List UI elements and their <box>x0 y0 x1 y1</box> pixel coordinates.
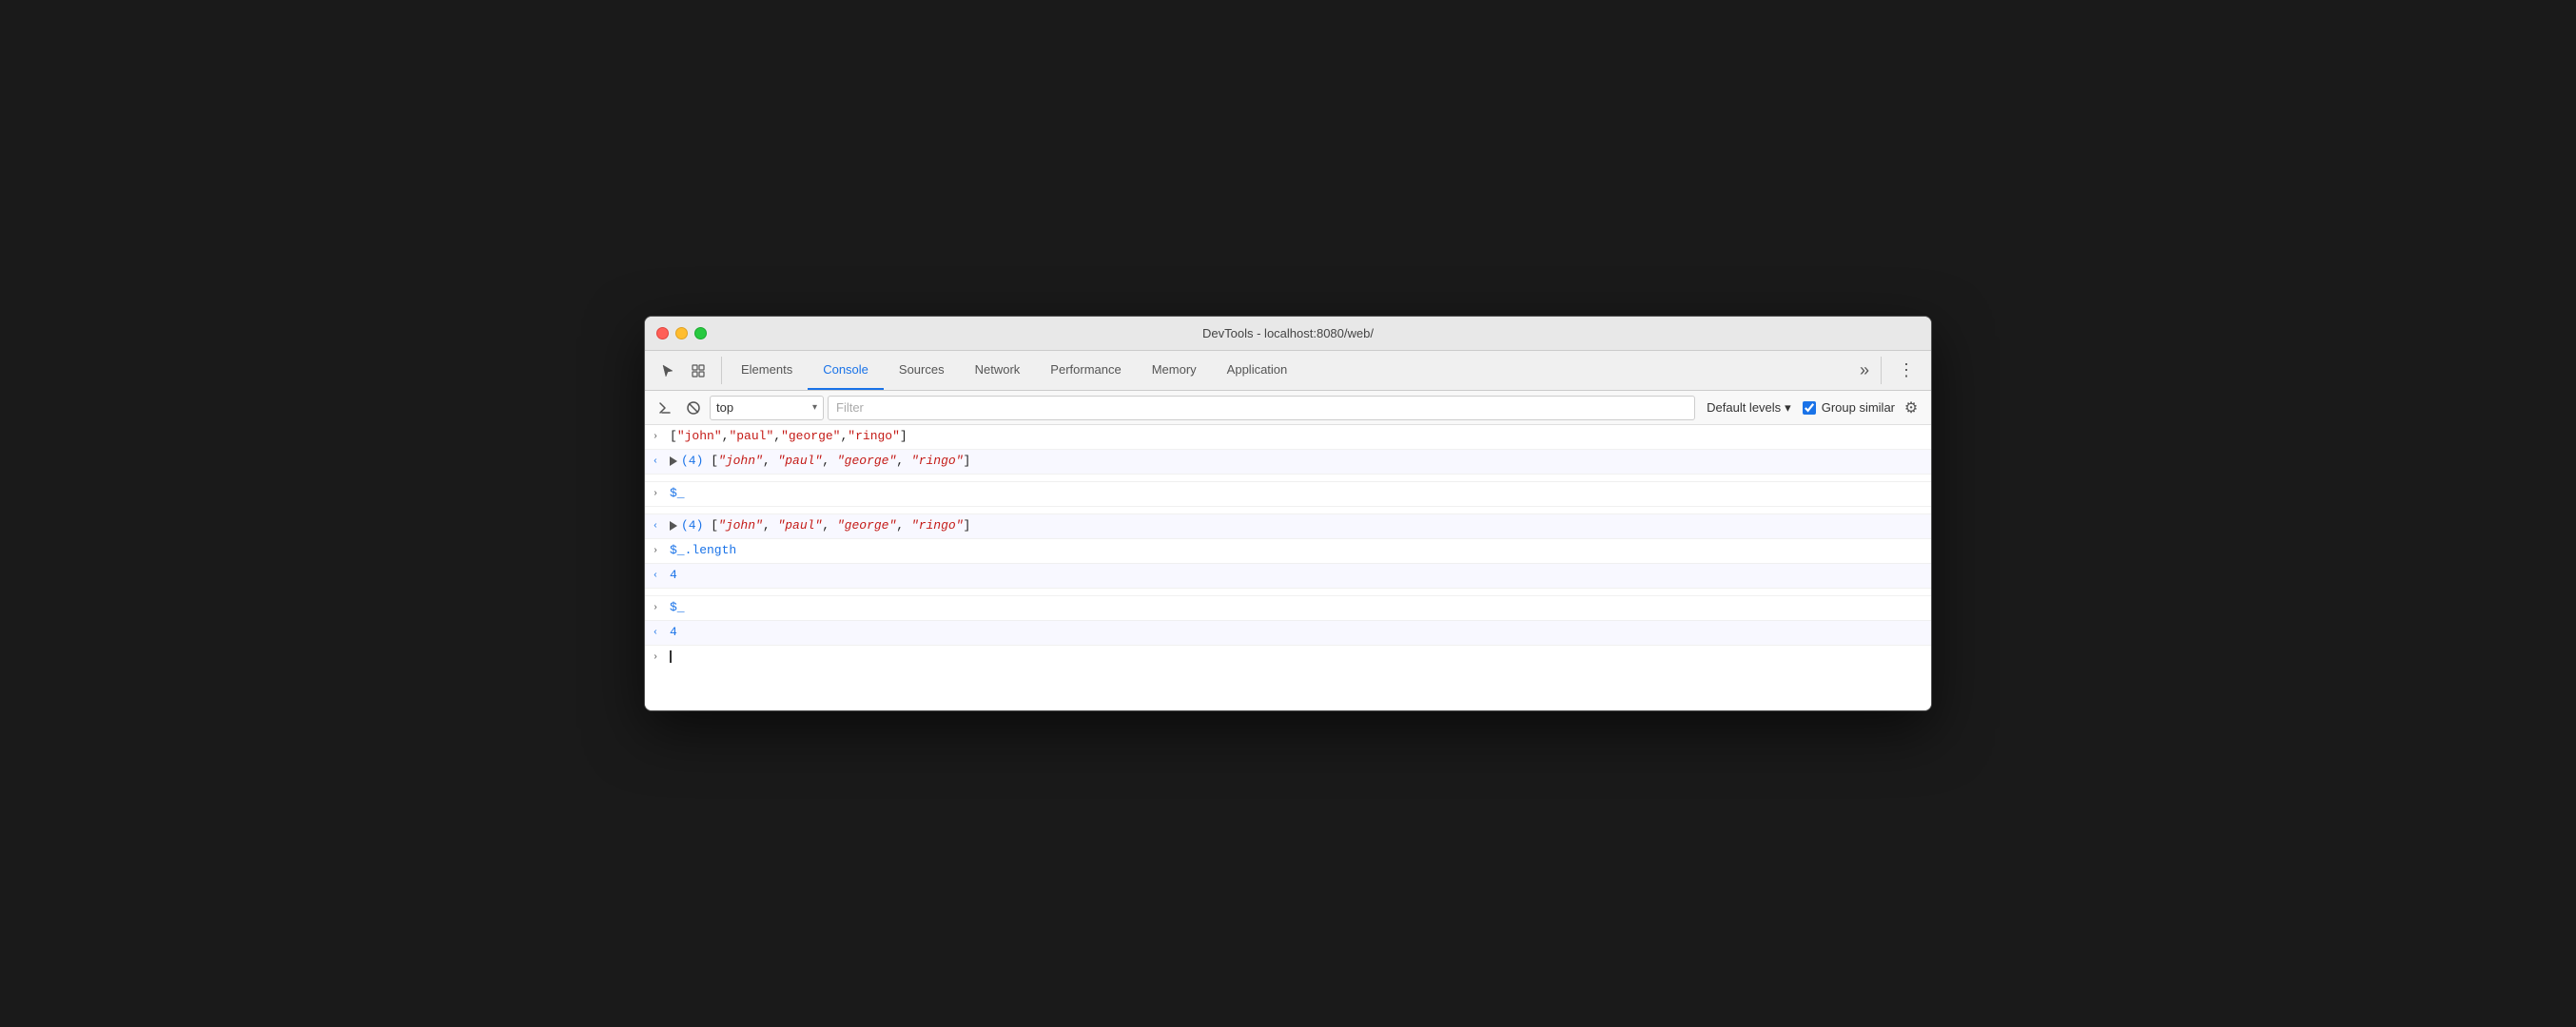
kebab-menu-button[interactable]: ⋮ <box>1893 358 1920 384</box>
console-row: › $_.length <box>645 539 1931 564</box>
context-selector[interactable]: top ▾ <box>710 396 824 420</box>
row-content: (4) ["john", "paul", "george", "ringo"] <box>670 517 1923 534</box>
console-row: › ["john","paul","george","ringo"] <box>645 425 1931 450</box>
tab-right-divider <box>1881 357 1882 384</box>
levels-dropdown[interactable]: Default levels ▾ <box>1699 396 1799 420</box>
row-content: 4 <box>670 567 1923 584</box>
cursor-blink <box>670 650 672 663</box>
filter-input[interactable] <box>828 396 1695 420</box>
tab-sources[interactable]: Sources <box>884 351 960 390</box>
expand-triangle-icon[interactable] <box>670 456 677 466</box>
row-arrow-right: › <box>653 485 670 503</box>
console-row: › $_ <box>645 596 1931 621</box>
context-selector-arrow-icon: ▾ <box>812 402 817 413</box>
tab-memory[interactable]: Memory <box>1137 351 1212 390</box>
traffic-lights <box>656 327 707 339</box>
row-arrow-right: › <box>653 542 670 560</box>
console-empty-row <box>645 589 1931 596</box>
tab-spacer <box>1302 351 1852 390</box>
minimize-button[interactable] <box>675 327 688 339</box>
tab-bar: Elements Console Sources Network Perform… <box>645 351 1931 391</box>
tab-application[interactable]: Application <box>1212 351 1303 390</box>
console-row: ‹ (4) ["john", "paul", "george", "ringo"… <box>645 450 1931 475</box>
settings-button[interactable]: ⚙ <box>1899 396 1923 420</box>
cursor-icon-button[interactable] <box>654 358 681 384</box>
row-arrow-right: › <box>653 599 670 617</box>
row-arrow-left: ‹ <box>653 453 670 471</box>
levels-dropdown-arrow-icon: ▾ <box>1785 400 1791 416</box>
console-row: › $_ <box>645 482 1931 507</box>
more-tabs-button[interactable]: » <box>1852 351 1877 390</box>
layers-icon-button[interactable] <box>685 358 712 384</box>
row-content: $_ <box>670 599 1923 616</box>
console-input[interactable] <box>670 649 1923 666</box>
tab-divider <box>721 357 722 384</box>
row-arrow-right: › <box>653 649 670 667</box>
console-row: ‹ 4 <box>645 564 1931 589</box>
window-title: DevTools - localhost:8080/web/ <box>1202 326 1374 340</box>
tab-console[interactable]: Console <box>808 351 884 390</box>
toolbar-icons <box>649 351 717 390</box>
console-row: ‹ 4 <box>645 621 1931 646</box>
expand-triangle-icon[interactable] <box>670 521 677 531</box>
row-content: (4) ["john", "paul", "george", "ringo"] <box>670 453 1923 470</box>
console-toolbar: top ▾ Default levels ▾ Group similar ⚙ <box>645 391 1931 425</box>
title-bar: DevTools - localhost:8080/web/ <box>645 317 1931 351</box>
console-cursor-row[interactable]: › <box>645 646 1931 669</box>
maximize-button[interactable] <box>694 327 707 339</box>
group-similar-checkbox[interactable] <box>1803 401 1816 415</box>
console-row: ‹ (4) ["john", "paul", "george", "ringo"… <box>645 514 1931 539</box>
tab-network[interactable]: Network <box>960 351 1036 390</box>
group-similar-label[interactable]: Group similar <box>1803 400 1895 415</box>
devtools-window: DevTools - localhost:8080/web/ Elements <box>644 316 1932 711</box>
row-content: 4 <box>670 624 1923 641</box>
row-content: $_ <box>670 485 1923 502</box>
row-arrow-left: ‹ <box>653 517 670 535</box>
execute-context-button[interactable] <box>653 396 677 420</box>
close-button[interactable] <box>656 327 669 339</box>
row-arrow-left: ‹ <box>653 624 670 642</box>
tab-bar-right: ⋮ <box>1885 351 1927 390</box>
gear-icon: ⚙ <box>1904 398 1918 417</box>
row-arrow-right: › <box>653 428 670 446</box>
console-empty-row <box>645 507 1931 514</box>
tab-performance[interactable]: Performance <box>1035 351 1136 390</box>
levels-label: Default levels <box>1707 400 1781 415</box>
console-empty-row <box>645 475 1931 482</box>
row-arrow-left: ‹ <box>653 567 670 585</box>
row-content: $_.length <box>670 542 1923 559</box>
clear-console-button[interactable] <box>681 396 706 420</box>
console-output: › ["john","paul","george","ringo"] ‹ (4)… <box>645 425 1931 710</box>
row-content: ["john","paul","george","ringo"] <box>670 428 1923 445</box>
tab-elements[interactable]: Elements <box>726 351 808 390</box>
